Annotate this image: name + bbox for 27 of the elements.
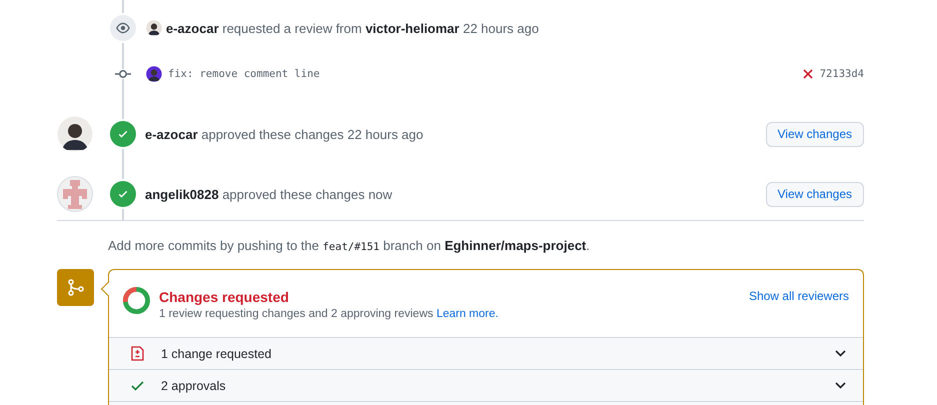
push-hint-text: Add more commits by pushing to the feat/#151 branch on Eghinner/maps-project. [108, 238, 590, 252]
event-text: e-azocar approved these changes 22 hours ago [145, 126, 424, 142]
file-diff-icon [131, 346, 144, 361]
merge-status-title: Changes requested [159, 289, 290, 305]
chevron-down-icon [835, 350, 846, 357]
avatar[interactable] [57, 116, 93, 152]
branch-icon [68, 279, 84, 296]
view-changes-button[interactable]: View changes [766, 122, 864, 146]
avatar[interactable] [146, 20, 162, 36]
review-summary: 1 review requesting changes and 2 approving reviews [159, 308, 434, 320]
review-section[interactable]: 2 approvals [109, 369, 863, 401]
review-donut-icon [122, 286, 151, 315]
check-icon [117, 128, 129, 140]
show-all-reviewers-link[interactable]: Show all reviewers [748, 289, 849, 303]
commit-sha[interactable]: 72133d4 [820, 68, 864, 80]
event-text: e-azocar requested a review from victor-heliomar 22 hours ago [166, 20, 539, 36]
eye-icon [116, 21, 130, 35]
chevron-down-icon [835, 382, 846, 389]
view-changes-button[interactable]: View changes [766, 182, 864, 206]
commit-message[interactable]: fix: remove comment line [168, 68, 320, 80]
x-icon[interactable] [802, 69, 813, 79]
check-icon [117, 188, 129, 200]
check-icon [131, 380, 144, 391]
review-section[interactable]: 1 change requested [109, 337, 863, 369]
avatar[interactable] [146, 66, 162, 82]
event-text: angelik0828 approved these changes now [145, 186, 392, 202]
learn-more-link[interactable]: Learn more. [436, 308, 498, 320]
